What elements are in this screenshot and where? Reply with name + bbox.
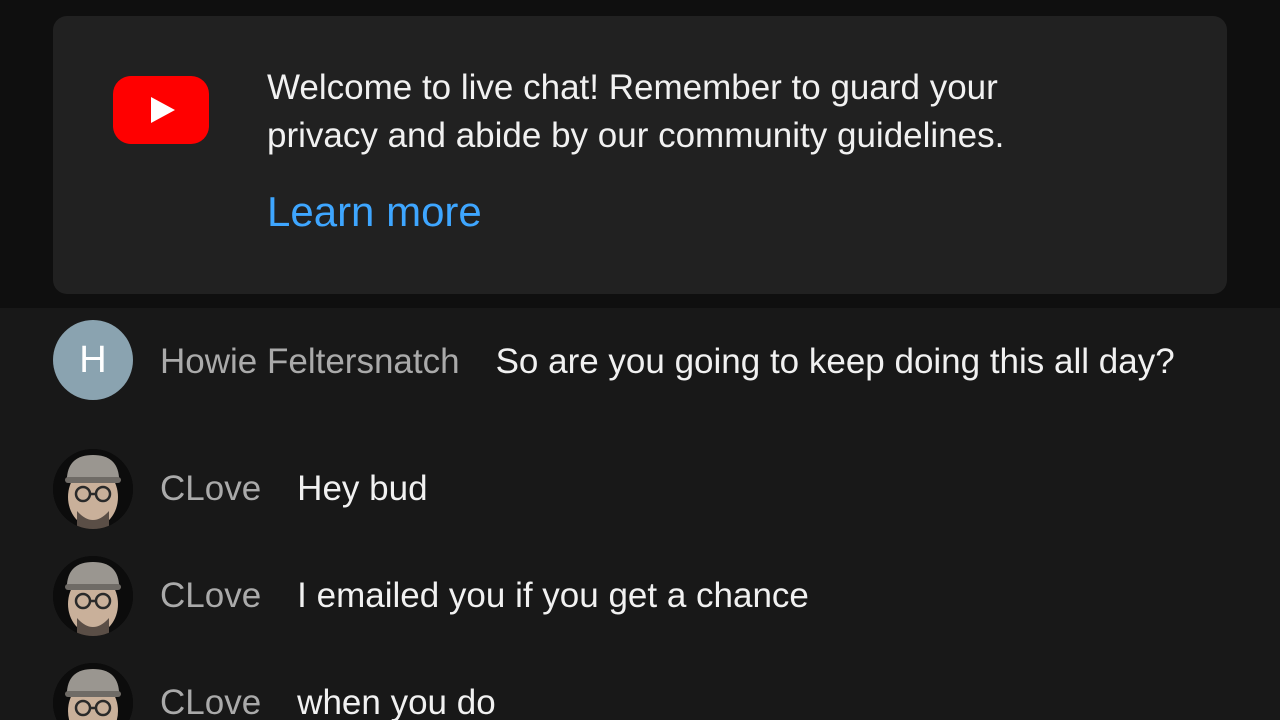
user-photo-avatar-icon <box>53 556 133 636</box>
message-body: Howie Feltersnatch So are you going to ke… <box>160 338 1230 386</box>
chat-message-list: H Howie Feltersnatch So are you going to … <box>0 308 1280 720</box>
chat-message: CLove I emailed you if you get a chance <box>53 556 1233 636</box>
welcome-card: Welcome to live chat! Remember to guard … <box>53 16 1227 294</box>
user-photo-avatar-icon <box>53 449 133 529</box>
welcome-message: Welcome to live chat! Remember to guard … <box>267 64 1167 160</box>
youtube-logo-icon <box>113 76 209 144</box>
author-name[interactable]: CLove <box>160 683 261 720</box>
welcome-line-2: privacy and abide by our community guide… <box>267 116 1005 155</box>
user-photo-avatar-icon <box>53 663 133 720</box>
message-text: when you do <box>297 683 496 720</box>
welcome-line-1: Welcome to live chat! Remember to guard … <box>267 68 998 107</box>
author-name[interactable]: Howie Feltersnatch <box>160 342 460 381</box>
message-body: CLove Hey bud <box>160 465 428 513</box>
author-name[interactable]: CLove <box>160 576 261 615</box>
message-text: I emailed you if you get a chance <box>297 576 809 615</box>
live-chat-page: Welcome to live chat! Remember to guard … <box>0 0 1280 720</box>
message-text: So are you going to keep doing this all … <box>495 342 1175 381</box>
avatar[interactable]: H <box>53 320 133 400</box>
chat-message: CLove Hey bud <box>53 449 1233 529</box>
welcome-banner-area: Welcome to live chat! Remember to guard … <box>0 0 1280 308</box>
learn-more-link[interactable]: Learn more <box>267 186 482 238</box>
author-name[interactable]: CLove <box>160 469 261 508</box>
message-body: CLove I emailed you if you get a chance <box>160 572 809 620</box>
avatar[interactable] <box>53 556 133 636</box>
message-text: Hey bud <box>297 469 428 508</box>
chat-message: H Howie Feltersnatch So are you going to … <box>53 320 1233 430</box>
chat-message: CLove when you do <box>53 663 1233 720</box>
avatar[interactable] <box>53 663 133 720</box>
avatar[interactable] <box>53 449 133 529</box>
message-body: CLove when you do <box>160 679 496 720</box>
